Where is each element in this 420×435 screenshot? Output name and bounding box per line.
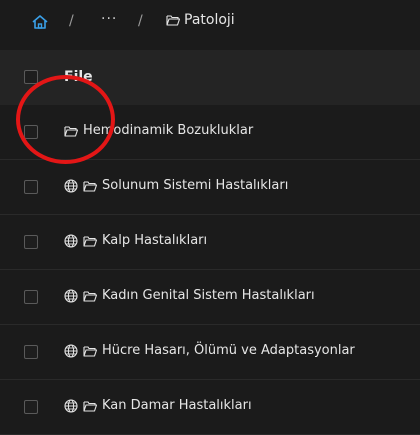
globe-icon <box>64 178 78 193</box>
row-checkbox[interactable] <box>24 400 38 414</box>
file-name-link[interactable]: Kan Damar Hastalıkları <box>102 398 252 413</box>
column-header-file[interactable]: File <box>64 69 93 85</box>
globe-icon <box>64 398 78 413</box>
globe-icon <box>64 233 78 248</box>
folder-open-icon <box>83 400 98 412</box>
row-checkbox[interactable] <box>24 290 38 304</box>
file-name-link[interactable]: Hücre Hasarı, Ölümü ve Adaptasyonlar <box>102 343 355 358</box>
breadcrumb-current-label: Patoloji <box>184 12 235 28</box>
folder-open-icon <box>83 235 98 247</box>
table-row[interactable]: Kadın Genital Sistem Hastalıkları <box>0 270 420 325</box>
table-row[interactable]: Solunum Sistemi Hastalıkları <box>0 160 420 215</box>
folder-open-icon <box>83 290 98 302</box>
folder-open-icon <box>64 125 79 137</box>
file-name-link[interactable]: Hemodinamik Bozukluklar <box>83 123 253 138</box>
globe-icon <box>64 343 78 358</box>
folder-open-icon <box>83 345 98 357</box>
globe-icon <box>64 288 78 303</box>
table-row[interactable]: Kan Damar Hastalıkları <box>0 380 420 435</box>
table-header: File <box>0 50 420 105</box>
breadcrumb-ellipsis-button[interactable]: ··· <box>101 11 117 27</box>
table-row[interactable]: Hücre Hasarı, Ölümü ve Adaptasyonlar <box>0 325 420 380</box>
breadcrumb-separator: / <box>138 13 143 29</box>
table-row[interactable]: Kalp Hastalıkları <box>0 215 420 270</box>
breadcrumb: / ··· / Patoloji <box>0 0 420 44</box>
file-name-link[interactable]: Kadın Genital Sistem Hastalıkları <box>102 288 315 303</box>
folder-open-icon <box>166 14 181 26</box>
breadcrumb-separator: / <box>69 13 74 29</box>
breadcrumb-current[interactable]: Patoloji <box>166 12 235 28</box>
table-row[interactable]: Hemodinamik Bozukluklar <box>0 105 420 160</box>
file-name-link[interactable]: Solunum Sistemi Hastalıkları <box>102 178 288 193</box>
row-checkbox[interactable] <box>24 180 38 194</box>
home-icon[interactable] <box>31 13 49 31</box>
row-checkbox[interactable] <box>24 345 38 359</box>
row-checkbox[interactable] <box>24 235 38 249</box>
row-checkbox[interactable] <box>24 125 38 139</box>
file-name-link[interactable]: Kalp Hastalıkları <box>102 233 207 248</box>
folder-open-icon <box>83 180 98 192</box>
select-all-checkbox[interactable] <box>24 70 38 84</box>
